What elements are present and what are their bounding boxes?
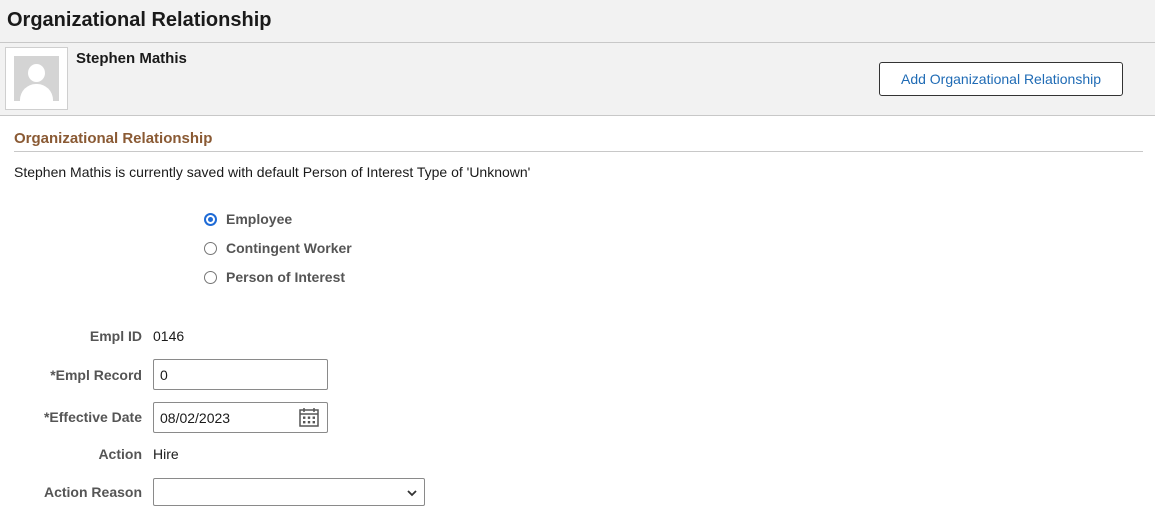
person-bar: Stephen Mathis Add Organizational Relati…: [0, 43, 1155, 116]
radio-label-employee: Employee: [226, 211, 293, 227]
person-silhouette-icon: [14, 56, 59, 101]
radio-unselected-icon[interactable]: [204, 270, 217, 284]
add-organizational-relationship-button[interactable]: Add Organizational Relationship: [879, 62, 1123, 96]
radio-selected-icon[interactable]: [204, 212, 217, 226]
page-header: Organizational Relationship: [0, 0, 1155, 43]
person-name: Stephen Mathis: [76, 50, 187, 67]
radio-unselected-icon[interactable]: [204, 241, 217, 255]
avatar: [5, 47, 68, 110]
chevron-down-icon: [407, 490, 417, 497]
empl-id-value: 0146: [153, 328, 185, 344]
calendar-icon[interactable]: [298, 406, 320, 428]
action-value: Hire: [153, 446, 179, 462]
empl-record-input[interactable]: [153, 359, 328, 390]
action-label: Action: [98, 446, 142, 462]
radio-label-contingent-worker: Contingent Worker: [226, 240, 352, 256]
radio-label-person-of-interest: Person of Interest: [226, 269, 346, 285]
radio-person-of-interest[interactable]: Person of Interest: [204, 267, 345, 287]
radio-employee[interactable]: Employee: [204, 209, 292, 229]
page-title: Organizational Relationship: [7, 9, 272, 31]
empl-id-label: Empl ID: [89, 328, 142, 344]
section-divider: [14, 151, 1143, 152]
section-title: Organizational Relationship: [14, 130, 213, 147]
action-reason-label: Action Reason: [43, 484, 142, 500]
info-message: Stephen Mathis is currently saved with d…: [14, 164, 531, 180]
effective-date-label: *Effective Date: [43, 409, 142, 425]
action-reason-select[interactable]: [153, 478, 425, 506]
empl-record-label: *Empl Record: [50, 367, 142, 383]
radio-contingent-worker[interactable]: Contingent Worker: [204, 238, 352, 258]
